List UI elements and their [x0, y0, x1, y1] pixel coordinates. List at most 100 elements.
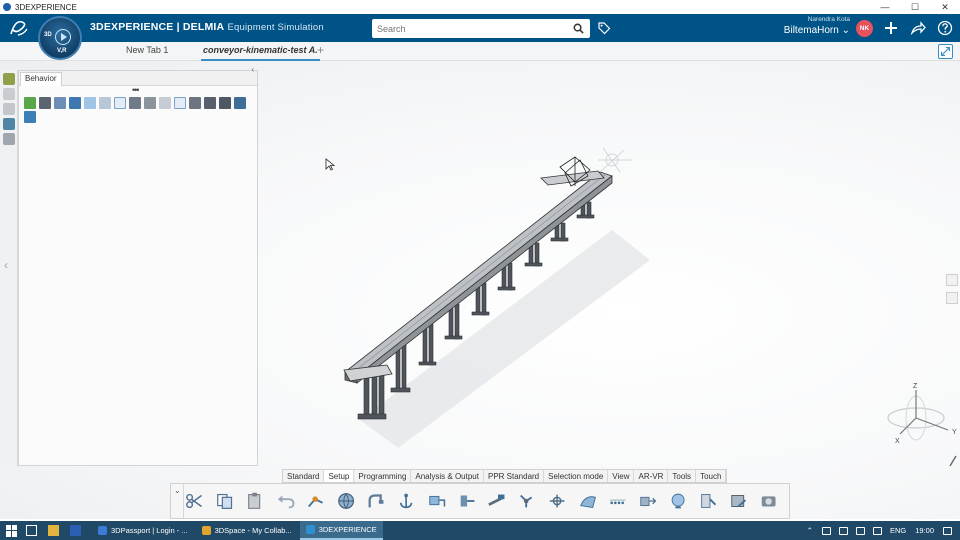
section-tab-selection-mode[interactable]: Selection mode	[544, 470, 609, 482]
task-3dexperience[interactable]: 3DEXPERIENCE	[299, 521, 383, 540]
behavior-tool-icon[interactable]	[69, 97, 81, 109]
capture-icon[interactable]	[759, 491, 779, 511]
flag-icon[interactable]	[946, 274, 958, 286]
section-tab-analysis-output[interactable]: Analysis & Output	[411, 470, 484, 482]
behavior-tool-icon[interactable]	[159, 97, 171, 109]
behavior-tool-icon[interactable]	[99, 97, 111, 109]
behavior-tool-icon[interactable]	[144, 97, 156, 109]
behavior-tool-icon[interactable]	[84, 97, 96, 109]
user-block[interactable]: Narendra Kota BiltemaHorn ⌄	[776, 16, 850, 36]
task-3dspace[interactable]: 3DSpace - My Collab...	[196, 521, 298, 540]
task-label: 3DPassport | Login - ...	[111, 526, 188, 535]
section-tab-view[interactable]: View	[608, 470, 635, 482]
cloud-icon[interactable]	[821, 526, 831, 535]
play-icon[interactable]	[55, 29, 71, 45]
expand-icon[interactable]	[938, 44, 953, 59]
add-icon[interactable]	[883, 20, 899, 36]
minimize-button[interactable]: —	[870, 0, 900, 14]
behavior-tool-icon[interactable]	[204, 97, 216, 109]
volume-icon[interactable]	[855, 526, 865, 535]
notifications-icon[interactable]	[943, 526, 952, 535]
search-input[interactable]	[372, 19, 562, 38]
section-tab-ppr-standard[interactable]: PPR Standard	[484, 470, 545, 482]
device-icon[interactable]	[427, 491, 447, 511]
behavior-tool-icon[interactable]	[54, 97, 66, 109]
behavior-tool-icon[interactable]	[129, 97, 141, 109]
copy-icon[interactable]	[215, 491, 235, 511]
more-icon[interactable]: •••	[132, 85, 140, 95]
chevron-down-icon: ⌄	[841, 25, 850, 36]
file-explorer-icon[interactable]	[48, 525, 59, 536]
behavior-tool-icon[interactable]	[114, 97, 126, 109]
simulation-icon[interactable]	[668, 491, 688, 511]
cut-icon[interactable]	[185, 491, 205, 511]
share-icon[interactable]	[910, 20, 926, 36]
anchor-icon[interactable]	[396, 491, 416, 511]
behavior-tool-icon[interactable]	[24, 111, 36, 123]
conveyor-device-icon[interactable]	[487, 491, 507, 511]
behavior-tool-icon[interactable]	[219, 97, 231, 109]
tag-icon[interactable]	[597, 21, 611, 35]
tab-conveyor[interactable]: conveyor-kinematic-test A.	[201, 45, 320, 61]
battery-icon[interactable]	[872, 526, 882, 535]
sequence-icon[interactable]	[638, 491, 658, 511]
maximize-button[interactable]: ☐	[900, 0, 930, 14]
joint-icon[interactable]	[547, 491, 567, 511]
os-taskbar: 3DPassport | Login - ... 3DSpace - My Co…	[0, 521, 960, 540]
behavior-tool-icon[interactable]	[189, 97, 201, 109]
panel-tab-behavior[interactable]: Behavior	[20, 72, 62, 86]
section-tab-standard[interactable]: Standard	[283, 470, 325, 482]
section-tab-tools[interactable]: Tools	[668, 470, 697, 482]
language-indicator[interactable]: ENG	[890, 526, 906, 535]
collapse-action-bar-icon[interactable]: ⌄	[174, 486, 181, 495]
word-icon[interactable]	[70, 525, 81, 536]
collapse-panel-icon[interactable]: ‹	[251, 65, 254, 74]
paste-icon[interactable]	[245, 491, 265, 511]
behavior-tool-icon[interactable]	[24, 97, 36, 109]
sensor-icon[interactable]	[608, 491, 628, 511]
chevron-up-icon[interactable]: ⌃	[807, 526, 813, 535]
section-tab-programming[interactable]: Programming	[354, 470, 412, 482]
section-tab-ar-vr[interactable]: AR-VR	[634, 470, 669, 482]
tool-icon-1[interactable]	[3, 73, 15, 85]
network-icon[interactable]	[838, 526, 848, 535]
behavior-tool-icon[interactable]	[39, 97, 51, 109]
search-icon[interactable]	[573, 23, 584, 34]
tool-icon-2[interactable]	[3, 88, 15, 100]
globe-icon[interactable]	[336, 491, 356, 511]
task-view-icon[interactable]	[26, 525, 37, 536]
windows-start-icon[interactable]	[6, 524, 18, 537]
analysis-icon[interactable]	[698, 491, 718, 511]
tool-icon-4[interactable]	[3, 118, 15, 130]
3d-compass[interactable]: 3D V,R	[38, 16, 82, 60]
system-tray: ⌃ ENG 19:00	[807, 521, 960, 540]
tool-device-icon[interactable]	[457, 491, 477, 511]
axis-y-label: Y	[952, 429, 957, 436]
task-label: 3DSpace - My Collab...	[214, 526, 292, 535]
ds-logo-icon[interactable]	[8, 18, 30, 38]
surface-icon[interactable]	[578, 491, 598, 511]
avatar[interactable]: NK	[856, 20, 873, 37]
robot-arm-icon[interactable]	[366, 491, 386, 511]
clock[interactable]: 19:00	[915, 526, 934, 535]
close-button[interactable]: ✕	[930, 0, 960, 14]
camera-icon[interactable]	[946, 292, 958, 304]
expand-left-panel-icon[interactable]: ‹	[4, 258, 8, 272]
tool-icon-3[interactable]	[3, 103, 15, 115]
resize-handle-icon[interactable]	[949, 455, 957, 467]
orientation-axes-icon[interactable]: Z X Y	[887, 383, 957, 445]
output-icon[interactable]	[729, 491, 749, 511]
section-tab-touch[interactable]: Touch	[696, 470, 727, 482]
behavior-tool-icon[interactable]	[234, 97, 246, 109]
kinematics-icon[interactable]	[517, 491, 537, 511]
task-3dpassport[interactable]: 3DPassport | Login - ...	[92, 521, 194, 540]
tenant-selector[interactable]: BiltemaHorn ⌄	[776, 25, 850, 36]
undo-icon[interactable]	[276, 491, 296, 511]
mechanism-icon[interactable]	[306, 491, 326, 511]
tab-new-tab-1[interactable]: New Tab 1	[126, 45, 168, 55]
section-tab-setup[interactable]: Setup	[324, 470, 355, 482]
tool-icon-5[interactable]	[3, 133, 15, 145]
help-icon[interactable]	[937, 20, 953, 36]
filter-icon[interactable]	[174, 97, 186, 109]
add-tab-button[interactable]: +	[317, 43, 324, 57]
